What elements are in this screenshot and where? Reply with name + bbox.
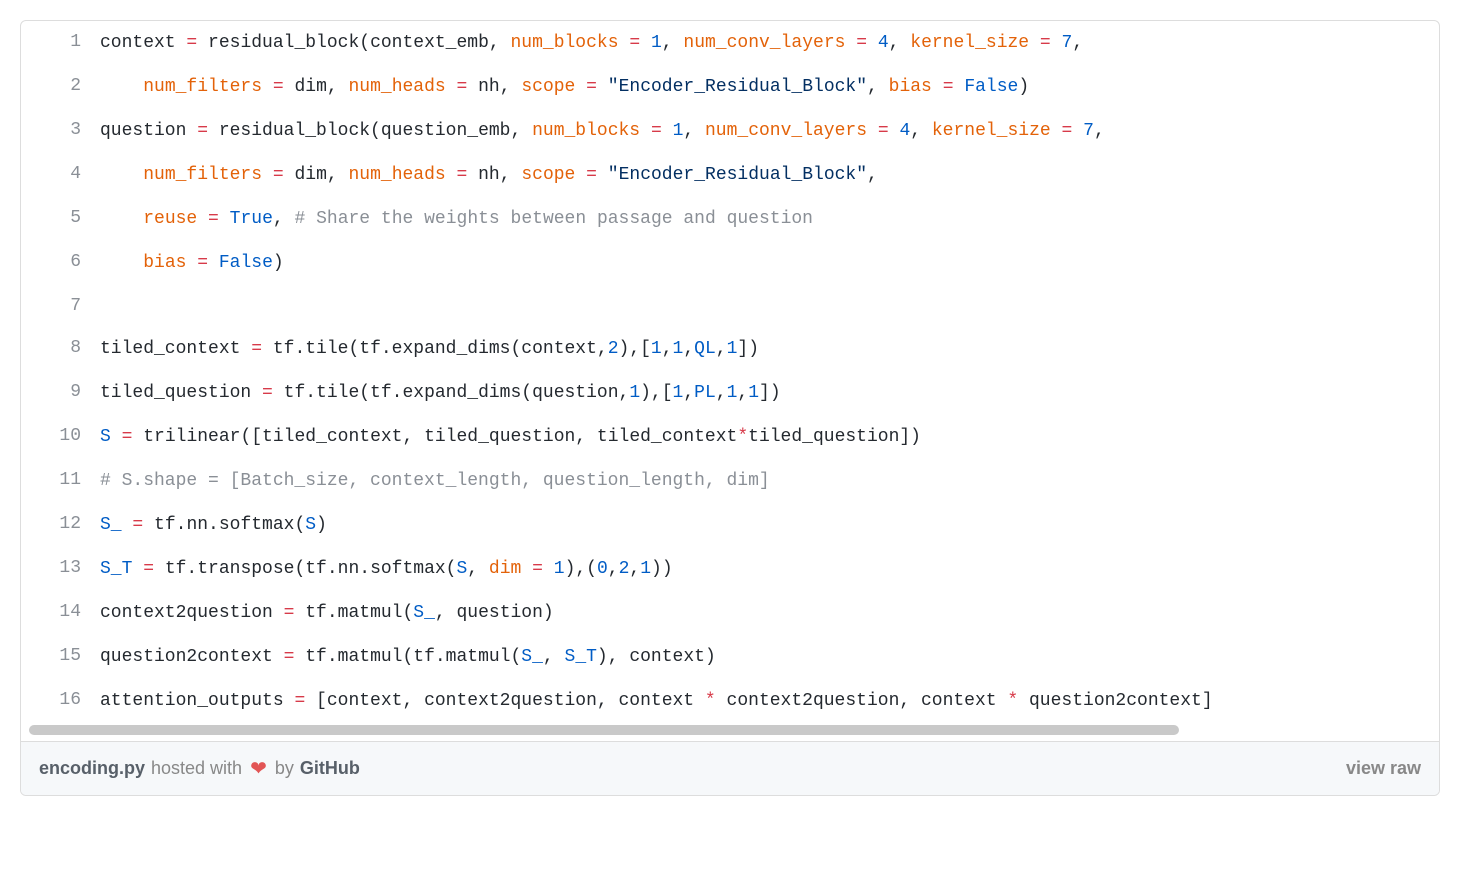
code-scroll-area[interactable]: 1context = residual_block(context_emb, n… (21, 21, 1439, 741)
code-cell[interactable]: question2context = tf.matmul(tf.matmul(S… (99, 635, 1439, 679)
by-text: by (275, 758, 294, 779)
code-line: 2 num_filters = dim, num_heads = nh, sco… (21, 65, 1439, 109)
line-number[interactable]: 5 (21, 197, 99, 241)
line-number[interactable]: 6 (21, 241, 99, 285)
code-cell[interactable]: attention_outputs = [context, context2qu… (99, 679, 1439, 723)
horizontal-scrollbar[interactable] (21, 723, 1439, 741)
code-cell[interactable]: S_T = tf.transpose(tf.nn.softmax(S, dim … (99, 547, 1439, 591)
gist-embed: 1context = residual_block(context_emb, n… (20, 20, 1440, 796)
code-cell[interactable]: reuse = True, # Share the weights betwee… (99, 197, 1439, 241)
code-cell[interactable]: # S.shape = [Batch_size, context_length,… (99, 459, 1439, 503)
code-cell[interactable]: num_filters = dim, num_heads = nh, scope… (99, 65, 1439, 109)
line-number[interactable]: 13 (21, 547, 99, 591)
line-number[interactable]: 1 (21, 21, 99, 65)
line-number[interactable]: 12 (21, 503, 99, 547)
gist-filename-link[interactable]: encoding.py (39, 758, 145, 779)
heart-icon: ❤ (250, 756, 267, 781)
code-line: 7 (21, 285, 1439, 327)
code-cell[interactable]: num_filters = dim, num_heads = nh, scope… (99, 153, 1439, 197)
line-number[interactable]: 3 (21, 109, 99, 153)
code-cell[interactable] (99, 285, 1439, 327)
hosted-with-text: hosted with (151, 758, 242, 779)
code-cell[interactable]: tiled_question = tf.tile(tf.expand_dims(… (99, 371, 1439, 415)
code-line: 6 bias = False) (21, 241, 1439, 285)
line-number[interactable]: 10 (21, 415, 99, 459)
line-number[interactable]: 2 (21, 65, 99, 109)
code-cell[interactable]: S = trilinear([tiled_context, tiled_ques… (99, 415, 1439, 459)
code-cell[interactable]: question = residual_block(question_emb, … (99, 109, 1439, 153)
line-number[interactable]: 4 (21, 153, 99, 197)
code-line: 9tiled_question = tf.tile(tf.expand_dims… (21, 371, 1439, 415)
code-line: 3question = residual_block(question_emb,… (21, 109, 1439, 153)
code-line: 1context = residual_block(context_emb, n… (21, 21, 1439, 65)
code-line: 11# S.shape = [Batch_size, context_lengt… (21, 459, 1439, 503)
code-cell[interactable]: bias = False) (99, 241, 1439, 285)
view-raw-link[interactable]: view raw (1346, 758, 1421, 779)
code-cell[interactable]: context = residual_block(context_emb, nu… (99, 21, 1439, 65)
code-line: 13S_T = tf.transpose(tf.nn.softmax(S, di… (21, 547, 1439, 591)
line-number[interactable]: 15 (21, 635, 99, 679)
line-number[interactable]: 14 (21, 591, 99, 635)
code-line: 12S_ = tf.nn.softmax(S) (21, 503, 1439, 547)
gist-meta-left: encoding.py hosted with ❤ by GitHub (39, 756, 360, 781)
code-line: 16attention_outputs = [context, context2… (21, 679, 1439, 723)
line-number[interactable]: 7 (21, 285, 99, 327)
code-cell[interactable]: tiled_context = tf.tile(tf.expand_dims(c… (99, 327, 1439, 371)
code-line: 10S = trilinear([tiled_context, tiled_qu… (21, 415, 1439, 459)
code-line: 4 num_filters = dim, num_heads = nh, sco… (21, 153, 1439, 197)
line-number[interactable]: 16 (21, 679, 99, 723)
github-link[interactable]: GitHub (300, 758, 360, 779)
line-number[interactable]: 8 (21, 327, 99, 371)
scrollbar-thumb[interactable] (29, 725, 1179, 735)
code-cell[interactable]: S_ = tf.nn.softmax(S) (99, 503, 1439, 547)
line-number[interactable]: 9 (21, 371, 99, 415)
code-line: 5 reuse = True, # Share the weights betw… (21, 197, 1439, 241)
code-line: 8tiled_context = tf.tile(tf.expand_dims(… (21, 327, 1439, 371)
line-number[interactable]: 11 (21, 459, 99, 503)
gist-meta-bar: encoding.py hosted with ❤ by GitHub view… (21, 741, 1439, 795)
code-cell[interactable]: context2question = tf.matmul(S_, questio… (99, 591, 1439, 635)
code-table: 1context = residual_block(context_emb, n… (21, 21, 1439, 723)
code-line: 15question2context = tf.matmul(tf.matmul… (21, 635, 1439, 679)
code-line: 14context2question = tf.matmul(S_, quest… (21, 591, 1439, 635)
